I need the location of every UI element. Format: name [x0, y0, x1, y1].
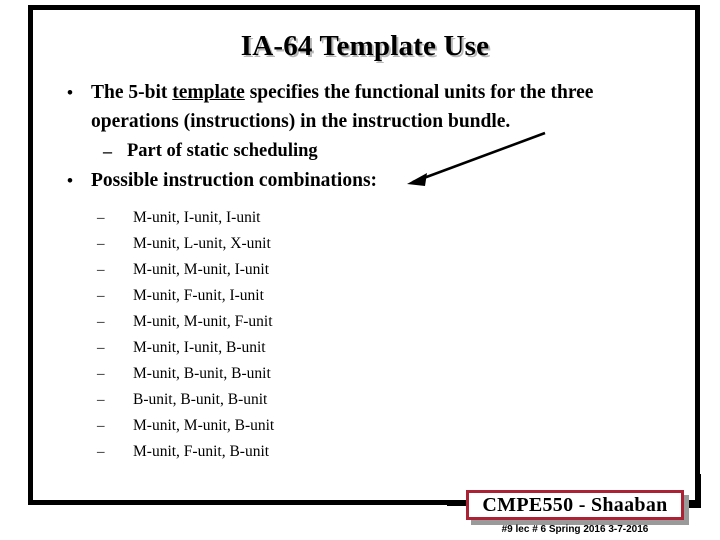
- bullet-level1-template: • The 5-bit template specifies the functi…: [55, 78, 675, 136]
- bullet-text-underlined: template: [172, 82, 245, 103]
- bullet-marker-dash: –: [97, 418, 105, 434]
- list-item: – M-unit, I-unit, I-unit: [55, 205, 455, 231]
- bullet-marker-dash: –: [97, 210, 105, 226]
- bullet-marker-dash: –: [103, 141, 112, 161]
- bullet-text-before: The 5-bit: [91, 82, 173, 103]
- list-item: – M-unit, M-unit, F-unit: [55, 309, 455, 335]
- slide-body: • The 5-bit template specifies the functi…: [55, 78, 675, 196]
- footer-meta-label: #9 lec # 6 Spring 2016 3-7-2016: [501, 524, 649, 535]
- bullet-marker-dash: –: [97, 236, 105, 252]
- bullet-marker-dash: –: [97, 262, 105, 278]
- list-item-label: M-unit, M-unit, F-unit: [133, 313, 273, 330]
- slide-title: IA-64 Template Use: [240, 30, 490, 62]
- arrow-annotation-icon: [407, 131, 546, 186]
- bullet-marker-dot: •: [67, 171, 73, 190]
- list-item: – M-unit, I-unit, B-unit: [55, 335, 455, 361]
- list-item-label: M-unit, M-unit, B-unit: [133, 417, 275, 434]
- list-item-label: M-unit, M-unit, I-unit: [133, 261, 270, 278]
- combination-list: – M-unit, I-unit, I-unit – M-unit, L-unit,…: [55, 205, 455, 465]
- list-item-label: B-unit, B-unit, B-unit: [133, 391, 268, 408]
- list-item: – M-unit, F-unit, B-unit: [55, 439, 455, 465]
- bullet-marker-dash: –: [97, 392, 105, 408]
- list-item-label: M-unit, B-unit, B-unit: [133, 365, 271, 382]
- signature-box: CMPE550 - Shaaban: [466, 490, 684, 520]
- bullet-level1-combinations: • Possible instruction combinations:: [55, 166, 675, 195]
- list-item: – M-unit, M-unit, I-unit: [55, 257, 455, 283]
- bullet-marker-dash: –: [97, 288, 105, 304]
- list-item-label: M-unit, F-unit, I-unit: [133, 287, 264, 304]
- bullet-marker-dash: –: [97, 444, 105, 460]
- list-item-label: M-unit, I-unit, I-unit: [133, 209, 261, 226]
- signature-label: CMPE550 - Shaaban: [482, 493, 668, 516]
- slide-canvas: IA-64 Template Use • The 5-bit template s…: [0, 0, 720, 540]
- list-item: – M-unit, F-unit, I-unit: [55, 283, 455, 309]
- bullet-marker-dash: –: [97, 366, 105, 382]
- list-item-label: M-unit, F-unit, B-unit: [133, 443, 270, 460]
- list-item-label: M-unit, L-unit, X-unit: [133, 235, 271, 252]
- list-item: – B-unit, B-unit, B-unit: [55, 387, 455, 413]
- list-item: – M-unit, B-unit, B-unit: [55, 361, 455, 387]
- bullet-marker-dash: –: [97, 340, 105, 356]
- list-item: – M-unit, L-unit, X-unit: [55, 231, 455, 257]
- footer-rule-right-vertical: [697, 474, 701, 508]
- bullet-marker-dot: •: [67, 83, 73, 102]
- bullet-level2-static-scheduling: – Part of static scheduling: [55, 137, 675, 166]
- list-item-label: M-unit, I-unit, B-unit: [133, 339, 266, 356]
- bullet-marker-dash: –: [97, 314, 105, 330]
- list-item: – M-unit, M-unit, B-unit: [55, 413, 455, 439]
- bullet-level1-label: Possible instruction combinations:: [91, 170, 378, 191]
- bullet-level2-label: Part of static scheduling: [127, 141, 318, 161]
